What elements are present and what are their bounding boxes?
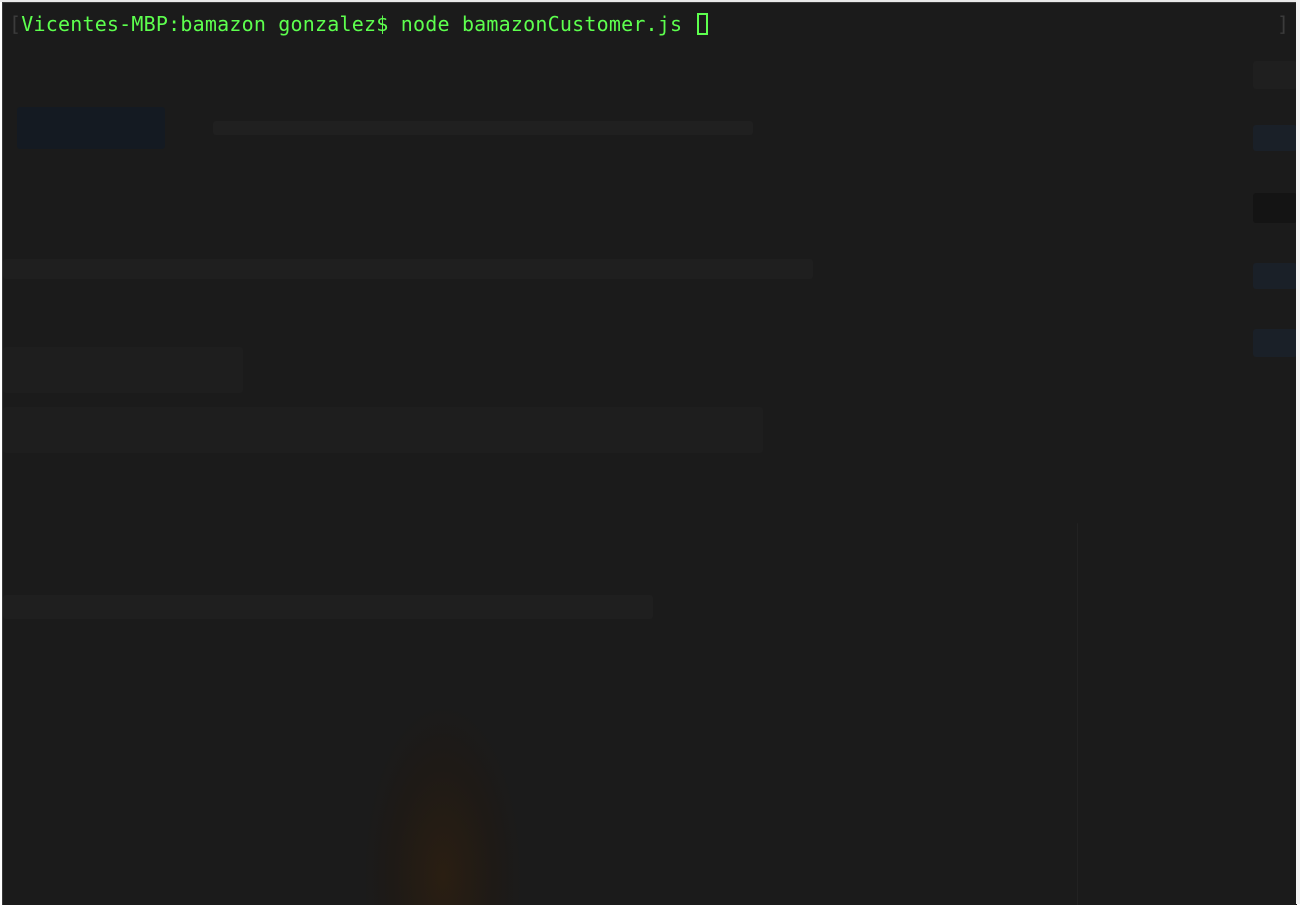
terminal-window[interactable]: [Vicentes-MBP:bamazon gonzalez$ node bam… [2,2,1297,905]
ghost-text-line-2 [3,595,653,619]
ghost-code-line [3,407,763,453]
ghost-text-line [3,259,813,279]
typed-command: node bamazonCustomer.js [400,12,683,36]
terminal-prompt-line[interactable]: [Vicentes-MBP:bamazon gonzalez$ node bam… [9,11,708,37]
ghost-sidebar-5 [1253,329,1297,357]
ghost-sidebar-1 [1253,61,1297,89]
ghost-sidebar-3 [1253,193,1297,223]
ghost-image-shape [363,703,523,905]
left-bracket: [ [9,12,22,36]
shell-prompt: Vicentes-MBP:bamazon gonzalez$ [21,12,389,36]
ghost-sidebar-2 [1253,125,1297,151]
right-bracket: ] [1276,12,1289,36]
ghost-divider [1077,523,1078,905]
ghost-button [17,107,165,149]
background-ghost-content [3,3,1297,905]
ghost-sidebar-4 [1253,263,1297,289]
text-cursor [696,13,708,35]
window-right-edge [1296,0,1300,904]
ghost-nav-text [213,121,753,135]
ghost-heading [3,347,243,393]
